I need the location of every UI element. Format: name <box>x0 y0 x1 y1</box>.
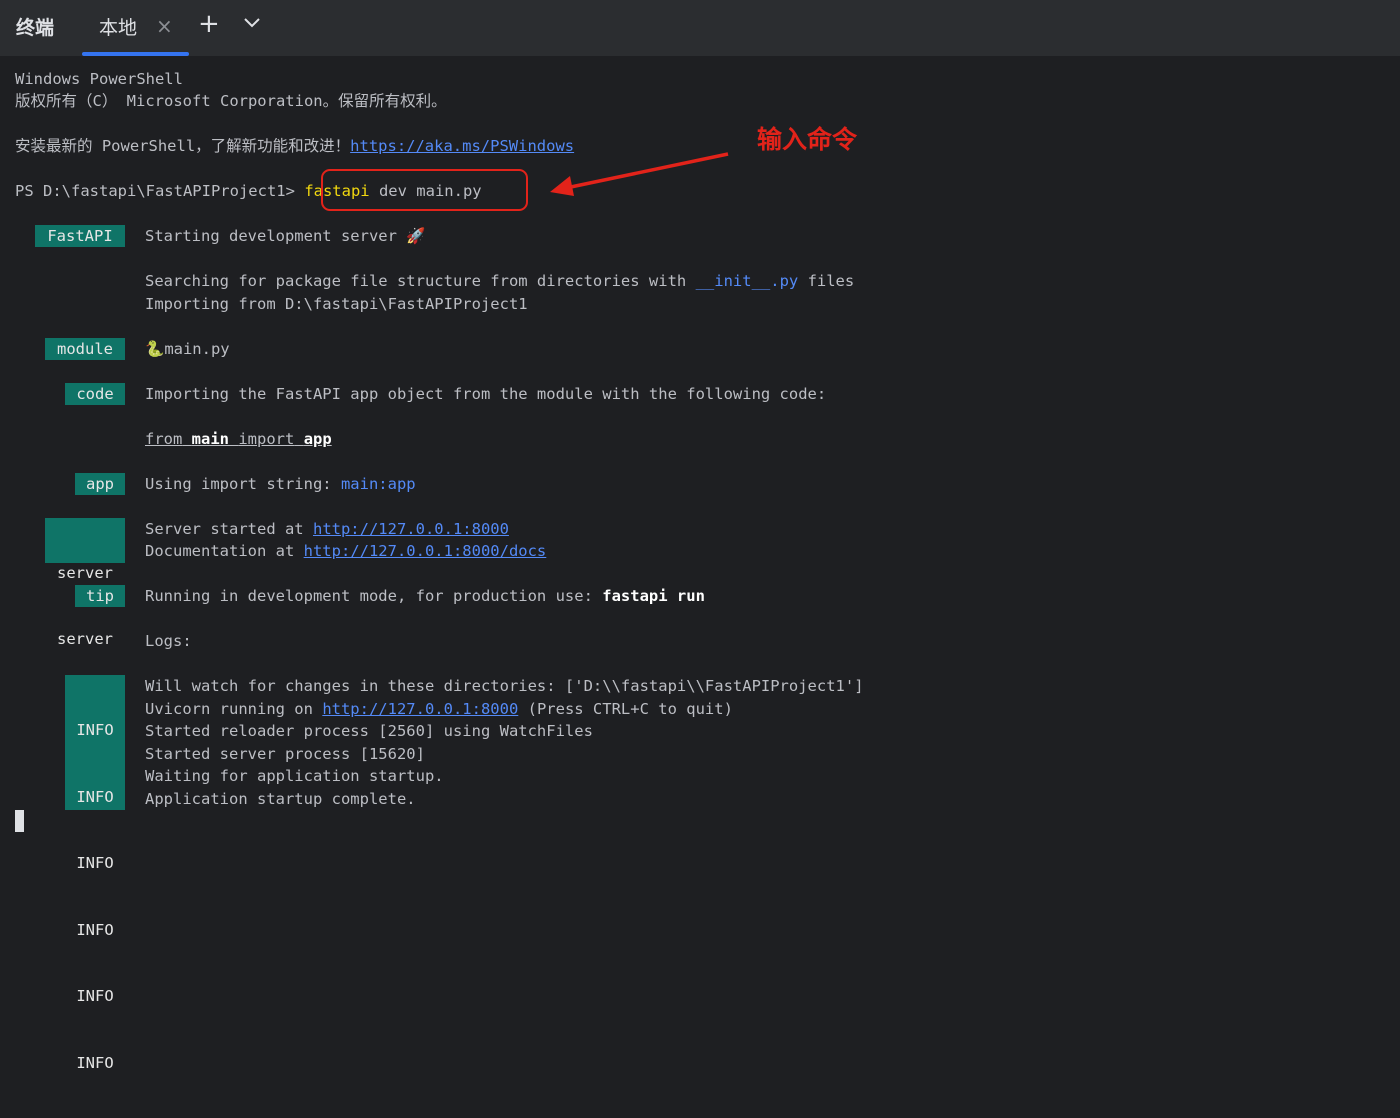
output-line: Documentation at http://127.0.0.1:8000/d… <box>145 540 546 562</box>
uvicorn-url-link[interactable]: http://127.0.0.1:8000 <box>322 700 518 718</box>
info-badge-label: INFO <box>76 920 114 939</box>
import-string: main:app <box>340 475 416 493</box>
log-line: Started reloader process [2560] using Wa… <box>145 722 593 740</box>
server-badge-label: server <box>57 630 113 648</box>
code-app: app <box>303 430 332 448</box>
close-icon[interactable]: × <box>156 14 173 38</box>
info-badge-label: INFO <box>76 854 114 872</box>
info-badge-label: INFO <box>76 721 114 739</box>
output-line: Importing from D:\fastapi\FastAPIProject… <box>145 295 528 313</box>
log-line: Will watch for changes in these director… <box>145 677 864 695</box>
fastapi-badge: FastAPI <box>35 225 125 247</box>
terminal-output[interactable]: Windows PowerShell 版权所有（C） Microsoft Cor… <box>0 56 1400 1072</box>
log-line: Application startup complete. <box>145 790 416 808</box>
output-line: 安装最新的 PowerShell，了解新功能和改进！https://aka.ms… <box>15 135 574 157</box>
tab-local[interactable]: 本地 × <box>82 0 189 56</box>
output-line: Starting development server 🚀 <box>145 227 426 245</box>
code-module: main <box>191 430 229 448</box>
module-filename: main.py <box>164 340 230 358</box>
server-started-label: Server started at <box>145 520 313 538</box>
uvicorn-hint: (Press CTRL+C to quit) <box>518 700 733 718</box>
code-keyword: from <box>145 430 183 448</box>
tool-window-title: 终端 <box>16 17 55 39</box>
info-badge-label: INFO <box>76 987 114 1005</box>
output-line: Searching for package file structure fro… <box>145 270 854 292</box>
info-badge: INFO INFO INFO INFO INFO INFO <box>65 675 125 1072</box>
prompt: PS D:\fastapi\FastAPIProject1> <box>15 182 295 200</box>
annotation-highlight-box <box>321 169 528 211</box>
module-badge: module <box>45 338 125 360</box>
tip-text: Running in development mode, for product… <box>145 587 603 605</box>
code-badge: code <box>65 383 125 405</box>
tip-badge: tip <box>75 585 125 607</box>
log-line: Started server process [15620] <box>145 745 425 763</box>
tab-label: 本地 <box>99 17 138 39</box>
search-suffix: files <box>798 272 855 290</box>
uvicorn-label: Uvicorn running on <box>145 700 323 718</box>
docs-url-link[interactable]: http://127.0.0.1:8000/docs <box>304 542 547 560</box>
server-badge-label: server <box>57 564 113 582</box>
output-line: Server started at http://127.0.0.1:8000 <box>145 518 509 540</box>
code-snippet: from main import app <box>145 428 332 450</box>
annotation-label: 输入命令 <box>757 125 858 154</box>
init-file-code: __init__.py <box>695 272 799 290</box>
install-text: 安装最新的 PowerShell，了解新功能和改进！ <box>15 137 351 155</box>
output-line: 版权所有（C） Microsoft Corporation。保留所有权利。 <box>15 92 447 110</box>
output-line: Running in development mode, for product… <box>145 585 705 607</box>
log-line: Uvicorn running on http://127.0.0.1:8000… <box>145 698 733 720</box>
info-badge-label: INFO <box>76 787 114 806</box>
docs-label: Documentation at <box>145 542 304 560</box>
code-keyword: import <box>238 430 295 448</box>
python-icon: 🐍 <box>145 340 165 358</box>
tip-command: fastapi run <box>602 587 705 605</box>
server-url-link[interactable]: http://127.0.0.1:8000 <box>313 520 509 538</box>
import-string-label: Using import string: <box>145 475 341 493</box>
output-line: Using import string: main:app <box>145 473 416 495</box>
server-badge: server server <box>45 518 125 648</box>
text-cursor <box>15 810 24 832</box>
log-line: Waiting for application startup. <box>145 767 444 785</box>
tool-window-header: 终端 本地 × + <box>0 0 1400 56</box>
info-badge-label: INFO <box>76 1053 114 1072</box>
output-line: Importing the FastAPI app object from th… <box>145 385 827 403</box>
search-text: Searching for package file structure fro… <box>145 272 696 290</box>
output-line: 🐍main.py <box>145 338 230 360</box>
add-tab-icon[interactable]: + <box>198 9 220 39</box>
app-badge: app <box>75 473 125 495</box>
output-line: Windows PowerShell <box>15 70 183 88</box>
annotation-arrow-icon <box>550 152 729 196</box>
chevron-down-icon[interactable] <box>243 16 261 30</box>
logs-label: Logs: <box>145 632 192 650</box>
